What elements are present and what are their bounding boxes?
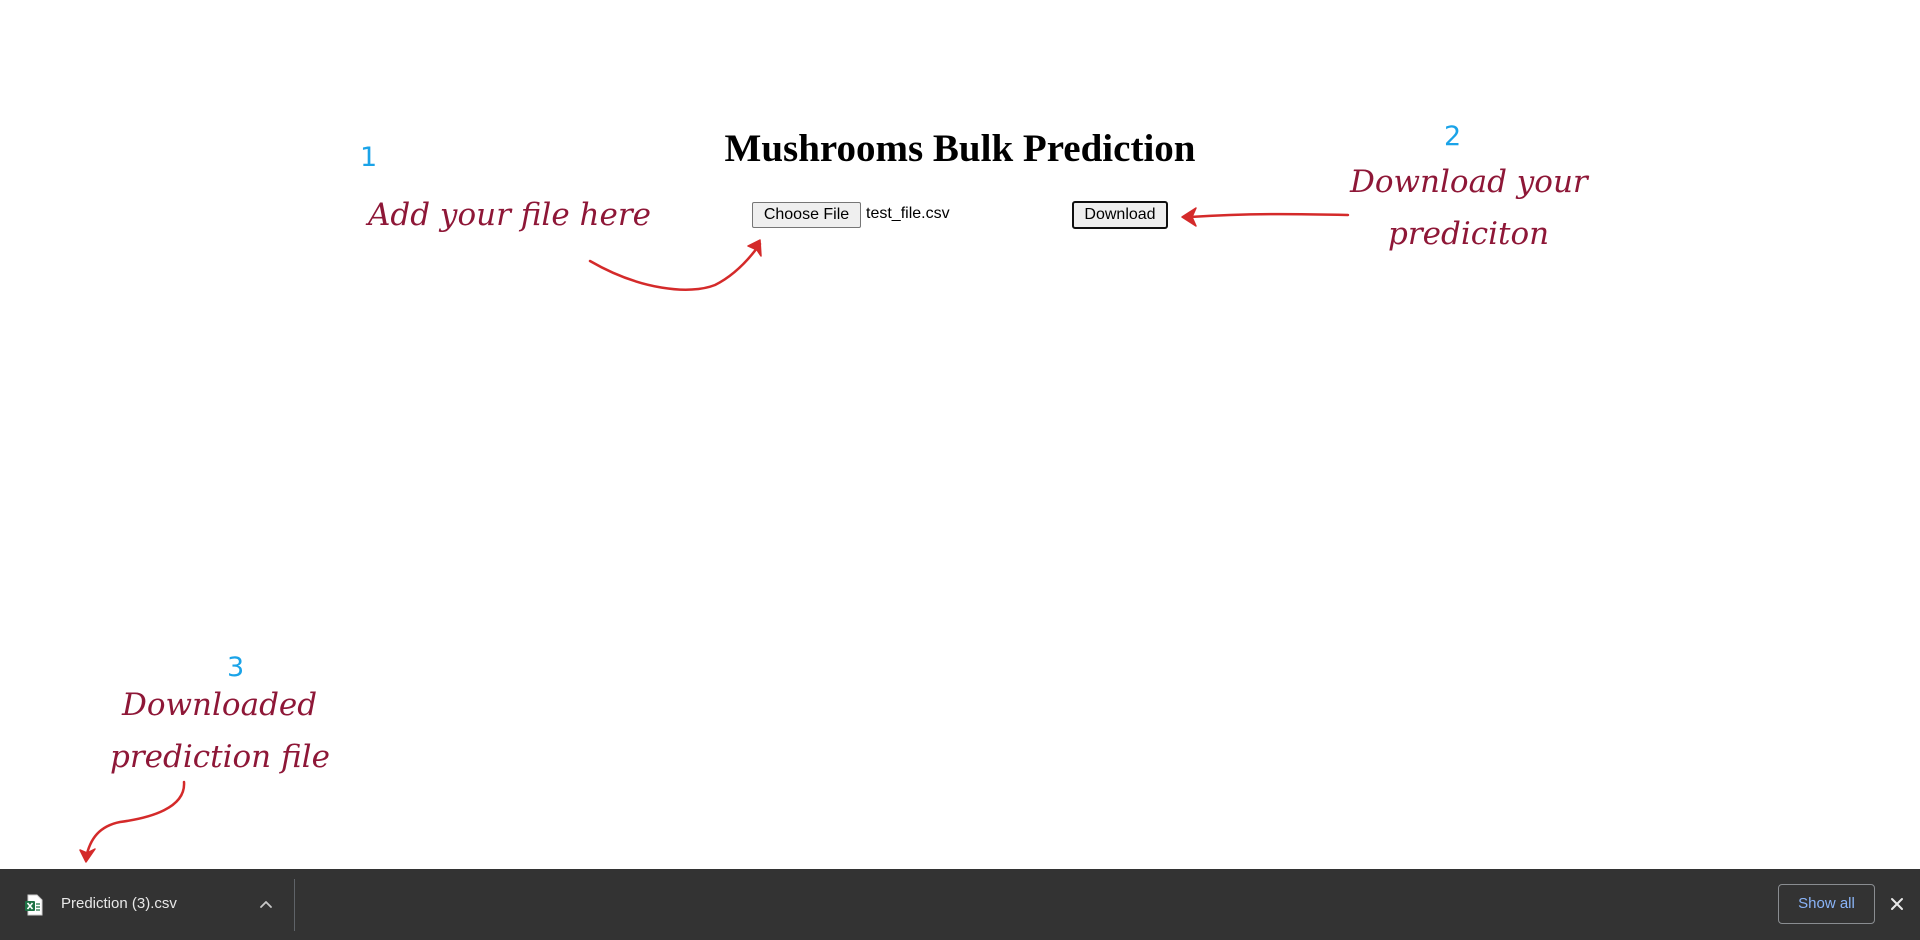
- download-item-name: Prediction (3).csv: [61, 895, 177, 912]
- chevron-up-icon[interactable]: [256, 895, 276, 915]
- arrow-to-choose-file: [588, 242, 762, 291]
- arrow-to-download-shelf: [84, 780, 186, 860]
- arrowhead-2: [1181, 207, 1197, 227]
- download-button[interactable]: Download: [1072, 201, 1168, 229]
- arrowhead-3: [79, 848, 96, 863]
- annotation-text-2-line2: prediciton: [1388, 216, 1550, 252]
- excel-csv-file-icon: [25, 894, 43, 916]
- download-shelf: Prediction (3).csv Show all: [0, 869, 1920, 940]
- page-title: Mushrooms Bulk Prediction: [724, 127, 1196, 170]
- arrowhead-1: [747, 239, 762, 257]
- annotation-text-1: Add your file here: [368, 197, 652, 233]
- choose-file-button[interactable]: Choose File: [752, 202, 861, 228]
- annotation-number-3: 3: [227, 652, 245, 683]
- download-item[interactable]: Prediction (3).csv: [0, 869, 294, 940]
- annotation-text-3-line1: Downloaded: [122, 687, 318, 723]
- page: Mushrooms Bulk Prediction Choose File te…: [0, 0, 1920, 940]
- annotation-text-2-line1: Download your: [1350, 164, 1588, 200]
- show-all-button[interactable]: Show all: [1778, 884, 1875, 924]
- annotation-text-3-line2: prediction file: [110, 739, 330, 775]
- close-icon[interactable]: [1887, 894, 1907, 914]
- selected-file-name: test_file.csv: [866, 205, 950, 222]
- annotation-number-2: 2: [1444, 121, 1462, 152]
- arrow-to-download-button: [1188, 212, 1350, 219]
- shelf-divider: [294, 879, 295, 931]
- annotation-number-1: 1: [360, 142, 378, 173]
